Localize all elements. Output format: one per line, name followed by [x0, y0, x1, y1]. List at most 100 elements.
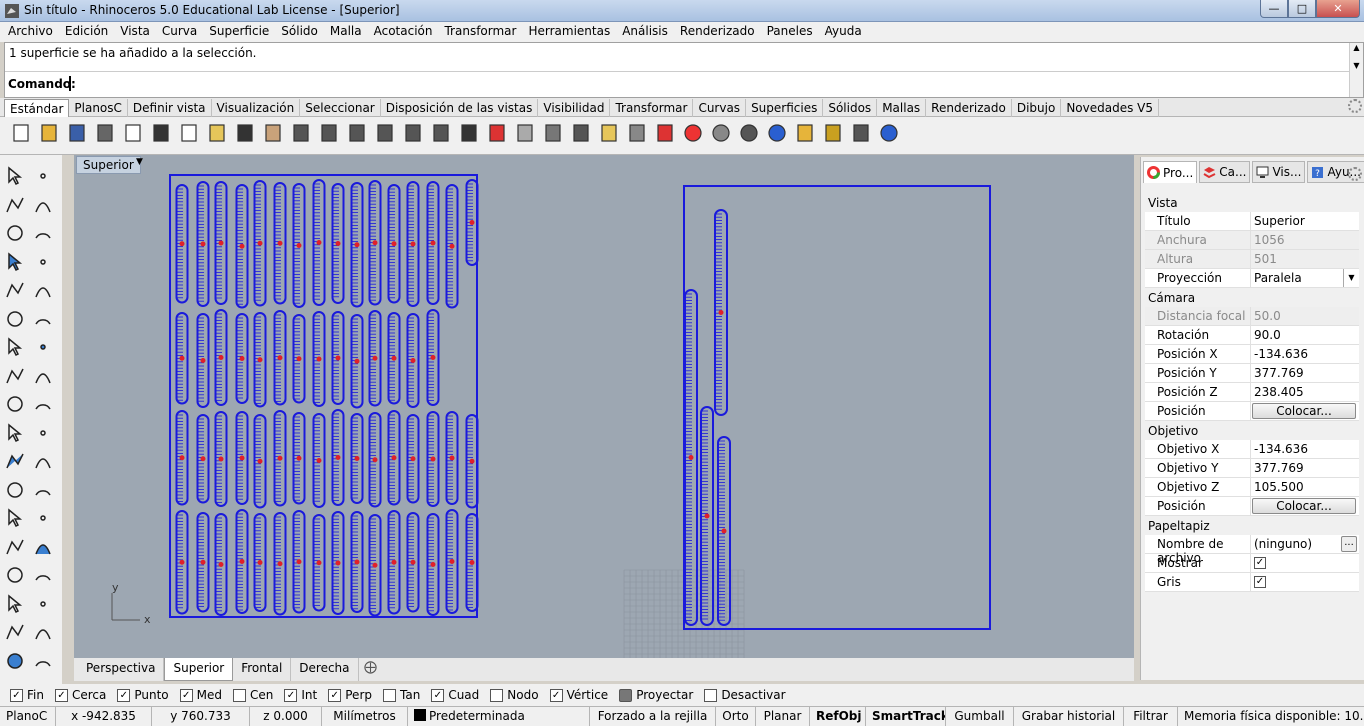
explode-icon[interactable]: [2, 391, 28, 417]
curve-tools-icon[interactable]: [2, 477, 28, 503]
prop-archivo-field[interactable]: (ninguno)...: [1251, 535, 1359, 553]
menu-ayuda[interactable]: Ayuda: [819, 22, 868, 42]
surface-net-icon[interactable]: [30, 363, 56, 389]
gris-checkbox[interactable]: ✓: [1254, 576, 1266, 588]
osnap-checkbox[interactable]: ✓: [54, 688, 68, 702]
rotate-view-icon[interactable]: [288, 120, 314, 146]
check-icon[interactable]: [30, 619, 56, 645]
menu-paneles[interactable]: Paneles: [761, 22, 819, 42]
toolbar-tab[interactable]: Estándar: [4, 99, 70, 117]
paint-icon[interactable]: [30, 648, 56, 674]
print-icon[interactable]: [92, 120, 118, 146]
prop-oy-value[interactable]: 377.769: [1251, 459, 1359, 477]
point-off-icon[interactable]: [512, 120, 538, 146]
osnap-checkbox[interactable]: [619, 688, 633, 702]
menu-archivo[interactable]: Archivo: [2, 22, 59, 42]
status-ortho[interactable]: Orto: [716, 707, 756, 726]
render-blue-icon[interactable]: [764, 120, 790, 146]
menu-acotacion[interactable]: Acotación: [368, 22, 439, 42]
sphere-icon[interactable]: [30, 334, 56, 360]
text-icon[interactable]: [2, 505, 28, 531]
close-button[interactable]: ✕: [1316, 0, 1360, 18]
color-wheel-icon[interactable]: [680, 120, 706, 146]
zoom-dynamic-icon[interactable]: [316, 120, 342, 146]
rectangle-icon[interactable]: [30, 249, 56, 275]
toolbar-tab[interactable]: Sólidos: [823, 99, 878, 117]
filter-icon[interactable]: [792, 120, 818, 146]
cut-icon[interactable]: [148, 120, 174, 146]
prop-py-value[interactable]: 377.769: [1251, 364, 1359, 382]
select-arrow-icon[interactable]: [2, 163, 28, 189]
prop-pz-value[interactable]: 238.405: [1251, 383, 1359, 401]
status-history[interactable]: Grabar historial: [1014, 707, 1124, 726]
pan-icon[interactable]: [260, 120, 286, 146]
command-input-caret[interactable]: [69, 76, 71, 91]
trim-icon[interactable]: [30, 391, 56, 417]
maximize-button[interactable]: □: [1288, 0, 1316, 18]
polyline-icon[interactable]: [2, 192, 28, 218]
prop-proyeccion-select[interactable]: Paralela ▼: [1251, 269, 1359, 287]
extrude-icon[interactable]: [2, 363, 28, 389]
cloud-icon[interactable]: [30, 448, 56, 474]
prop-px-value[interactable]: -134.636: [1251, 345, 1359, 363]
osnap-checkbox[interactable]: [383, 688, 396, 702]
help-icon[interactable]: [876, 120, 902, 146]
status-units[interactable]: Milímetros: [322, 707, 408, 726]
status-cplane[interactable]: PlanoC: [0, 707, 56, 726]
panel-options-gear-icon[interactable]: [1348, 167, 1362, 181]
command-scrollbar[interactable]: ▲ ▼: [1349, 43, 1363, 97]
menu-vista[interactable]: Vista: [114, 22, 156, 42]
polyline2-icon[interactable]: [2, 249, 28, 275]
osnap-item[interactable]: ✓ Med: [179, 688, 222, 702]
osnap-item[interactable]: ✓ Cuad: [431, 688, 479, 702]
osnap-checkbox[interactable]: ✓: [549, 688, 563, 702]
status-smarttrack[interactable]: SmartTrack: [866, 707, 946, 726]
menu-analisis[interactable]: Análisis: [616, 22, 674, 42]
osnap-item[interactable]: ✓ Fin: [10, 688, 44, 702]
toolbar-tab[interactable]: Transformar: [610, 99, 694, 117]
copy-icon[interactable]: [176, 120, 202, 146]
grid-snap-icon[interactable]: [540, 120, 566, 146]
osnap-item[interactable]: ✓ Cerca: [54, 688, 106, 702]
surface-edit-icon[interactable]: [30, 306, 56, 332]
box-icon[interactable]: [2, 334, 28, 360]
zoom-extents-icon[interactable]: [372, 120, 398, 146]
command-line[interactable]: Comando:: [5, 71, 1351, 95]
osnap-checkbox[interactable]: ✓: [431, 688, 445, 702]
osnap-item[interactable]: ✓ Perp: [328, 688, 372, 702]
options-icon[interactable]: [820, 120, 846, 146]
align-icon[interactable]: [30, 591, 56, 617]
camera-place-button[interactable]: Colocar...: [1252, 403, 1356, 419]
toolbar-tab[interactable]: Seleccionar: [300, 99, 381, 117]
render-icon[interactable]: [2, 648, 28, 674]
osnap-item[interactable]: ✓ Punto: [117, 688, 169, 702]
vtab-superior[interactable]: Superior: [164, 658, 234, 681]
status-grid-snap[interactable]: Forzado a la rejilla: [590, 707, 716, 726]
grid-array-icon[interactable]: [2, 591, 28, 617]
osnap-checkbox[interactable]: ✓: [328, 688, 342, 702]
car-icon[interactable]: [484, 120, 510, 146]
undo-icon[interactable]: [232, 120, 258, 146]
save-icon[interactable]: [64, 120, 90, 146]
block-icon[interactable]: [2, 562, 28, 588]
new-icon[interactable]: [8, 120, 34, 146]
menu-transformar[interactable]: Transformar: [438, 22, 522, 42]
osnap-item[interactable]: Tan: [383, 688, 420, 702]
osnap-item[interactable]: ✓ Vértice: [549, 688, 608, 702]
viewport-drawing[interactable]: yx: [74, 155, 1134, 658]
status-layer[interactable]: Predeterminada: [408, 707, 590, 726]
menu-renderizado[interactable]: Renderizado: [674, 22, 761, 42]
osnap-checkbox[interactable]: [490, 688, 504, 702]
import-icon[interactable]: [120, 120, 146, 146]
toolbar-tab[interactable]: Disposición de las vistas: [381, 99, 539, 117]
mesh-tools-icon[interactable]: [848, 120, 874, 146]
vtab-perspectiva[interactable]: Perspectiva: [78, 658, 165, 681]
toolbar-tab[interactable]: Visualización: [212, 99, 301, 117]
osnap-item[interactable]: ✓ Int: [284, 688, 317, 702]
circle-icon[interactable]: [2, 220, 28, 246]
prop-oz-value[interactable]: 105.500: [1251, 478, 1359, 496]
vtab-derecha[interactable]: Derecha: [291, 658, 359, 681]
prop-ox-value[interactable]: -134.636: [1251, 440, 1359, 458]
osnap-item[interactable]: Desactivar: [704, 688, 786, 702]
osnap-checkbox[interactable]: ✓: [117, 688, 131, 702]
